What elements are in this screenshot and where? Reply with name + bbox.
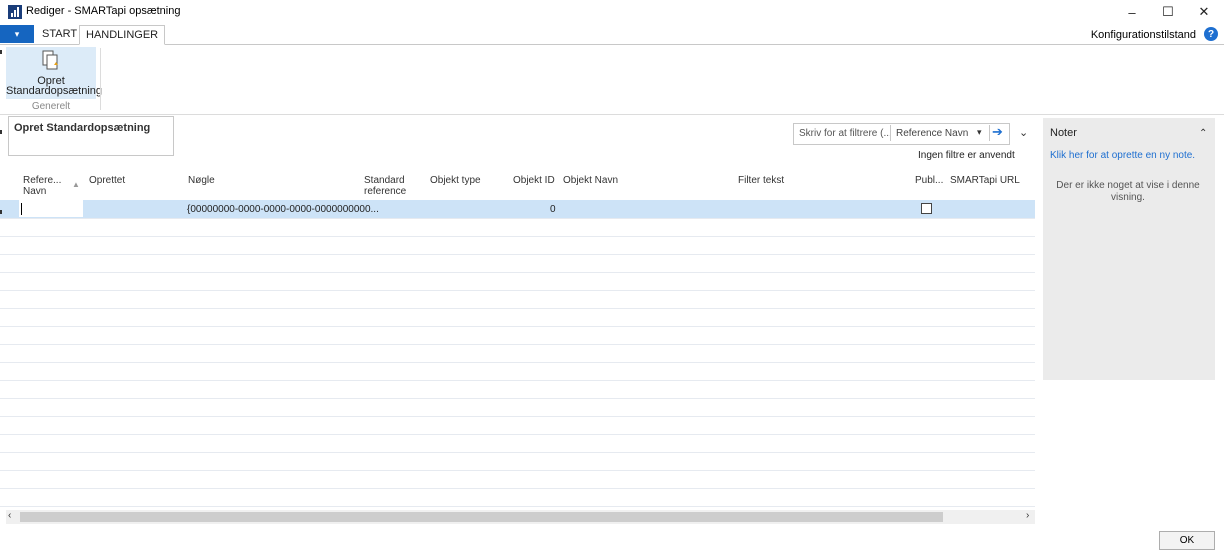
sort-ascending-icon: ▲ <box>72 180 80 189</box>
new-note-link[interactable]: Klik her for at oprette en ny note. <box>1050 150 1195 161</box>
notes-title: Noter <box>1050 127 1077 139</box>
edge-mark <box>0 130 2 134</box>
text-cursor <box>21 203 22 215</box>
tab-start[interactable]: START <box>36 25 83 43</box>
table-row[interactable] <box>0 254 1035 273</box>
notes-empty-message: Der er ikke noget at vise i denne visnin… <box>1056 180 1200 203</box>
scroll-left-icon[interactable]: ‹ <box>8 510 11 521</box>
column-header-reference-name[interactable]: Refere... Navn <box>23 175 61 197</box>
scroll-right-icon[interactable]: › <box>1026 510 1029 521</box>
table-row[interactable] <box>0 344 1035 363</box>
ribbon-tab-strip <box>0 25 1224 45</box>
column-header-object-type[interactable]: Objekt type <box>430 175 481 186</box>
config-mode-label[interactable]: Konfigurationstilstand <box>1091 29 1196 41</box>
column-header-standard-reference[interactable]: Standard reference <box>364 175 406 197</box>
ribbon-divider <box>100 48 101 110</box>
chevron-down-icon[interactable]: ▾ <box>977 127 982 138</box>
table-row[interactable] <box>0 236 1035 255</box>
cell-object-id: 0 <box>550 204 556 215</box>
title-bar <box>0 0 1224 24</box>
column-header-filter-text[interactable]: Filter tekst <box>738 175 784 186</box>
expand-filter-icon[interactable]: ⌄ <box>1019 126 1028 139</box>
window-title: Rediger - SMARTapi opsætning <box>26 5 181 17</box>
table-row[interactable] <box>0 380 1035 399</box>
collapse-icon[interactable]: ⌃ <box>1199 128 1207 139</box>
table-row[interactable] <box>0 218 1035 237</box>
filter-status: Ingen filtre er anvendt <box>918 150 1015 161</box>
table-row-selected[interactable] <box>0 200 1035 219</box>
column-header-published[interactable]: Publ... <box>915 175 943 186</box>
reference-name-input[interactable] <box>19 200 83 217</box>
published-checkbox[interactable] <box>921 203 932 214</box>
ribbon-group-label: Generelt <box>31 101 71 112</box>
column-header-key[interactable]: Nøgle <box>188 175 215 186</box>
table-row[interactable] <box>0 488 1035 507</box>
scrollbar-thumb[interactable] <box>20 512 943 522</box>
table-row[interactable] <box>0 326 1035 345</box>
table-row[interactable] <box>0 362 1035 381</box>
column-header-created[interactable]: Oprettet <box>89 175 125 186</box>
help-icon[interactable]: ? <box>1204 27 1218 41</box>
app-logo-icon <box>8 5 22 19</box>
minimize-button[interactable]: – <box>1114 0 1150 24</box>
column-header-object-name[interactable]: Objekt Navn <box>563 175 618 186</box>
table-row[interactable] <box>0 470 1035 489</box>
table-row[interactable] <box>0 416 1035 435</box>
cell-key: {00000000-0000-0000-0000-0000000000... <box>187 204 379 215</box>
table-row[interactable] <box>0 308 1035 327</box>
arrow-right-icon[interactable]: ➔ <box>992 124 1003 140</box>
file-menu-button[interactable]: ▾ <box>0 25 34 43</box>
filter-input[interactable]: Skriv for at filtrere (... <box>799 128 892 139</box>
ok-button[interactable]: OK <box>1159 531 1215 550</box>
filter-field-select[interactable]: Reference Navn <box>896 128 968 139</box>
column-header-smartapi-url[interactable]: SMARTapi URL <box>950 175 1020 186</box>
document-copy-icon <box>42 50 58 70</box>
column-header-object-id[interactable]: Objekt ID <box>513 175 555 186</box>
factbox-title: Opret Standardopsætning <box>14 122 151 134</box>
ribbon-panel <box>0 44 1224 115</box>
create-standard-setup-label: Opret Standardopsætning <box>6 75 103 97</box>
table-row[interactable] <box>0 398 1035 417</box>
maximize-button[interactable]: ☐ <box>1150 0 1186 24</box>
close-button[interactable]: ✕ <box>1186 0 1222 24</box>
table-row[interactable] <box>0 452 1035 471</box>
tab-handlinger[interactable]: HANDLINGER <box>79 25 166 45</box>
table-row[interactable] <box>0 434 1035 453</box>
table-row[interactable] <box>0 272 1035 291</box>
filter-divider <box>989 125 990 141</box>
filter-divider <box>890 125 891 141</box>
edge-mark <box>0 50 2 54</box>
edge-mark <box>0 210 2 214</box>
table-row[interactable] <box>0 290 1035 309</box>
